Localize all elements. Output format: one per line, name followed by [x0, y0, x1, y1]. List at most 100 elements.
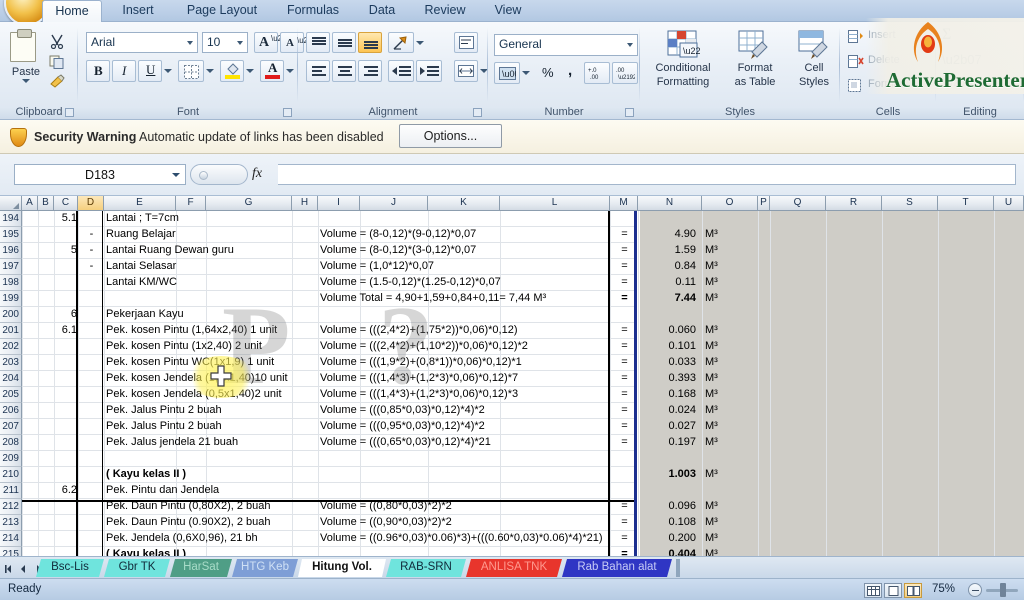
row-header-199[interactable]: 199: [0, 291, 22, 307]
cell-C194[interactable]: 5.1: [56, 211, 77, 227]
page-layout-view-button[interactable]: [884, 583, 902, 598]
cell-E195[interactable]: Ruang Belajar: [106, 227, 306, 243]
column-header-u[interactable]: U: [994, 196, 1024, 211]
sheet-tab-harsat[interactable]: HarSat: [170, 559, 232, 577]
cell-N206[interactable]: 0.024: [638, 403, 696, 419]
paste-dropdown-arrow[interactable]: [22, 79, 30, 83]
tab-split-bar[interactable]: [676, 559, 680, 577]
format-painter-icon[interactable]: [49, 74, 65, 88]
underline-button[interactable]: U: [138, 60, 162, 82]
cell-I196[interactable]: Volume = (8-0,12)*(3-0,12)*0,07: [320, 243, 610, 259]
paste-icon[interactable]: [10, 29, 36, 62]
row-header-195[interactable]: 195: [0, 227, 22, 243]
security-options-button[interactable]: Options...: [399, 124, 502, 148]
align-top-button[interactable]: [306, 32, 330, 53]
comma-style-button[interactable]: ,: [560, 62, 580, 84]
column-header-f[interactable]: F: [176, 196, 206, 211]
cell-D195[interactable]: -: [80, 227, 103, 243]
cell-D197[interactable]: -: [80, 259, 103, 275]
tab-page-layout[interactable]: Page Layout: [174, 0, 270, 22]
row-header-201[interactable]: 201: [0, 323, 22, 339]
cut-icon[interactable]: [49, 34, 65, 50]
first-sheet-button[interactable]: [3, 562, 16, 574]
number-format-combo[interactable]: General: [494, 34, 638, 56]
cell-N201[interactable]: 0.060: [638, 323, 696, 339]
normal-view-button[interactable]: [864, 583, 882, 598]
cell-O210[interactable]: M³: [705, 467, 757, 483]
orientation-icon[interactable]: [388, 32, 414, 53]
cell-O197[interactable]: M³: [705, 259, 757, 275]
cell-N205[interactable]: 0.168: [638, 387, 696, 403]
cell-C196[interactable]: 5: [56, 243, 77, 259]
cell-O196[interactable]: M³: [705, 243, 757, 259]
cell-E200[interactable]: Pekerjaan Kayu: [106, 307, 306, 323]
cell-E198[interactable]: Lantai KM/WC: [106, 275, 306, 291]
cell-E207[interactable]: Pek. Jalus Pintu 2 buah: [106, 419, 306, 435]
fill-icon[interactable]: \u2b07: [942, 52, 982, 67]
page-break-view-button[interactable]: [904, 583, 922, 598]
align-left-button[interactable]: [306, 60, 330, 82]
column-header-n[interactable]: N: [638, 196, 702, 211]
row-header-215[interactable]: 215: [0, 547, 22, 556]
row-header-211[interactable]: 211: [0, 483, 22, 499]
borders-dropdown-arrow[interactable]: [206, 69, 214, 73]
row-header-202[interactable]: 202: [0, 339, 22, 355]
align-middle-button[interactable]: [332, 32, 356, 53]
cell-O208[interactable]: M³: [705, 435, 757, 451]
cell-I206[interactable]: Volume = (((0,85*0,03)*0,12)*4)*2: [320, 403, 610, 419]
cell-I198[interactable]: Volume = (1.5-0,12)*(1.25-0,12)*0,07: [320, 275, 610, 291]
cell-E197[interactable]: Lantai Selasar: [106, 259, 306, 275]
cell-E211[interactable]: Pek. Pintu dan Jendela: [106, 483, 306, 499]
font-dialog-launcher[interactable]: [283, 108, 292, 117]
formula-input[interactable]: [278, 164, 1016, 185]
cell-E208[interactable]: Pek. Jalus jendela 21 buah: [106, 435, 306, 451]
tab-review[interactable]: Review: [414, 0, 476, 22]
cell-C201[interactable]: 6.1: [56, 323, 77, 339]
font-name-combo[interactable]: Arial: [86, 32, 198, 53]
cell-I195[interactable]: Volume = (8-0,12)*(9-0,12)*0,07: [320, 227, 610, 243]
column-header-m[interactable]: M: [610, 196, 638, 211]
cell-D196[interactable]: -: [80, 243, 103, 259]
cell-E213[interactable]: Pek. Daun Pintu (0.90X2), 2 buah: [106, 515, 306, 531]
cell-N203[interactable]: 0.033: [638, 355, 696, 371]
delete-cells-icon[interactable]: [848, 55, 864, 69]
cell-O204[interactable]: M³: [705, 371, 757, 387]
cell-N198[interactable]: 0.11: [638, 275, 696, 291]
cell-E215[interactable]: ( Kayu kelas II ): [106, 547, 306, 556]
increase-decimal-button[interactable]: +.0.00: [584, 62, 610, 84]
cell-N196[interactable]: 1.59: [638, 243, 696, 259]
format-as-table-icon[interactable]: [738, 30, 770, 60]
wrap-text-icon[interactable]: [454, 32, 478, 53]
sheet-tab-rab-bahan-alat[interactable]: Rab Bahan alat: [562, 559, 672, 577]
cell-O206[interactable]: M³: [705, 403, 757, 419]
accounting-format-icon[interactable]: \u00a4: [494, 62, 520, 84]
row-header-200[interactable]: 200: [0, 307, 22, 323]
cell-I203[interactable]: Volume = (((1,9*2)+(0,8*1))*0,06)*0,12)*…: [320, 355, 610, 371]
cell-I202[interactable]: Volume = (((2,4*2)+(1,10*2))*0,06)*0,12)…: [320, 339, 610, 355]
cell-E204[interactable]: Pek. kosen Jendela (1,2x1,40)10 unit: [106, 371, 306, 387]
merge-center-icon[interactable]: [454, 60, 478, 82]
conditional-formatting-label-1[interactable]: Conditional: [640, 62, 726, 74]
column-header-g[interactable]: G: [206, 196, 292, 211]
row-header-209[interactable]: 209: [0, 451, 22, 467]
tab-home[interactable]: Home: [42, 0, 102, 22]
tab-formulas[interactable]: Formulas: [276, 0, 350, 22]
cell-N210[interactable]: 1.003: [638, 467, 696, 483]
row-header-210[interactable]: 210: [0, 467, 22, 483]
column-header-r[interactable]: R: [826, 196, 882, 211]
column-header-k[interactable]: K: [428, 196, 500, 211]
zoom-level-label[interactable]: 75%: [932, 583, 955, 595]
row-header-198[interactable]: 198: [0, 275, 22, 291]
cell-E214[interactable]: Pek. Jendela (0,6X0,96), 21 bh: [106, 531, 306, 547]
cell-O199[interactable]: M³: [705, 291, 757, 307]
accounting-dropdown-arrow[interactable]: [522, 71, 530, 75]
cell-N215[interactable]: 0.404: [638, 547, 696, 556]
font-size-combo[interactable]: 10: [202, 32, 248, 53]
sheet-tab-gbr-tk[interactable]: Gbr TK: [104, 559, 170, 577]
cell-I213[interactable]: Volume = ((0,90*0,03)*2)*2: [320, 515, 610, 531]
orientation-dropdown-arrow[interactable]: [416, 41, 424, 45]
italic-button[interactable]: I: [112, 60, 136, 82]
row-header-205[interactable]: 205: [0, 387, 22, 403]
cell-O207[interactable]: M³: [705, 419, 757, 435]
cell-C200[interactable]: 6: [56, 307, 77, 323]
